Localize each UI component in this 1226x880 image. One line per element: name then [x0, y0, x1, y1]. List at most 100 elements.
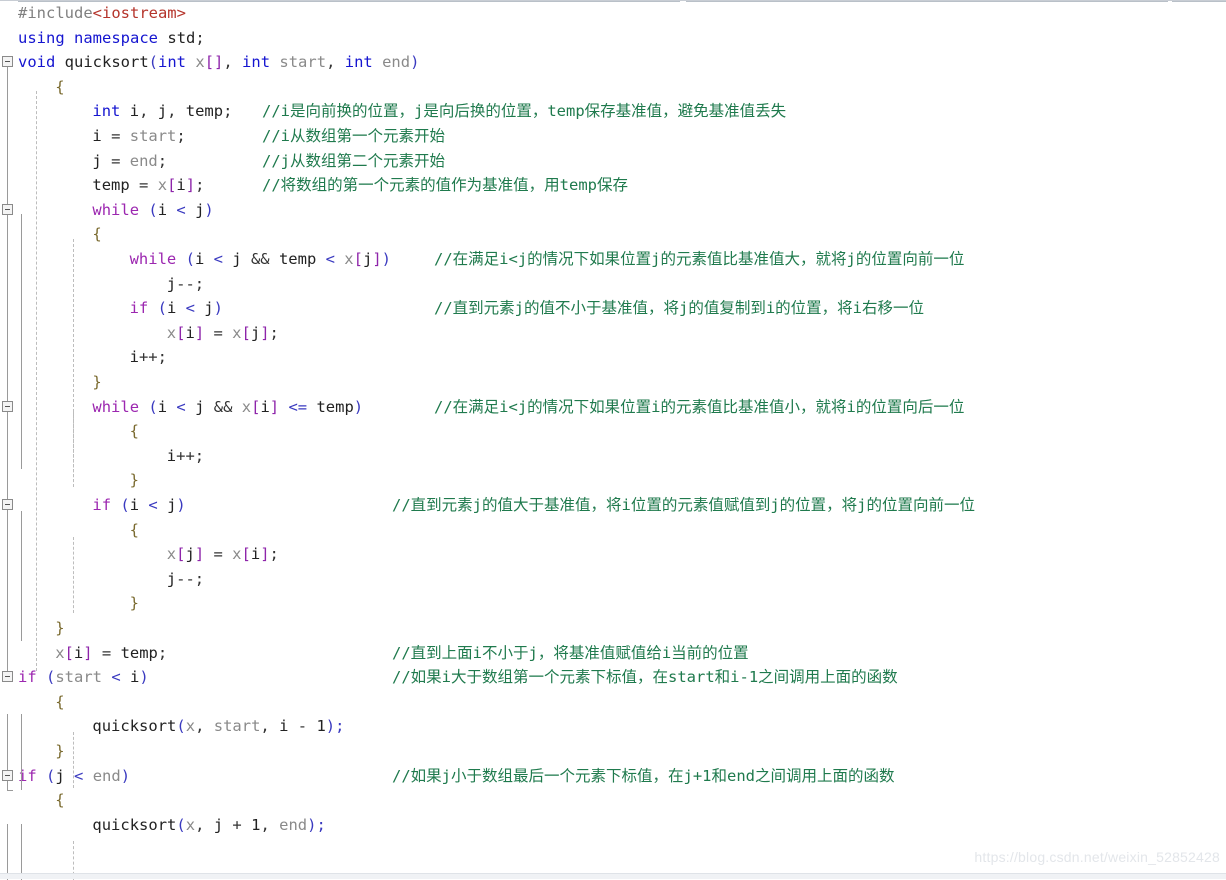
code-line[interactable]: }: [0, 739, 1226, 764]
fold-collapse-icon[interactable]: [2, 56, 13, 68]
code-text: quicksort(x, j + 1, end);: [92, 813, 325, 838]
code-token: ]: [83, 643, 93, 662]
code-line[interactable]: x[j] = x[i];: [0, 542, 1226, 567]
code-line[interactable]: {: [0, 788, 1226, 813]
code-token: int: [158, 53, 187, 72]
code-line[interactable]: j--;: [0, 272, 1226, 297]
code-line[interactable]: int i, j, temp; //i是向前换的位置，j是向后换的位置，temp保…: [0, 99, 1226, 124]
code-token: i: [129, 102, 140, 121]
code-token: start: [279, 53, 327, 72]
fold-collapse-icon[interactable]: [2, 499, 13, 510]
code-line[interactable]: }: [0, 370, 1226, 395]
block-rail: [21, 214, 22, 469]
code-text: using namespace std;: [18, 26, 205, 51]
code-comment: //j从数组第二个元素开始: [262, 151, 445, 170]
code-token: ]: [194, 323, 205, 342]
code-line[interactable]: if (i < j) //直到元素j的值不小于基准值，将j的值复制到i的位置，将i…: [0, 296, 1226, 321]
code-line[interactable]: j = end; //j从数组第二个元素开始: [0, 149, 1226, 174]
code-line[interactable]: if (i < j) //直到元素j的值大于基准值，将i位置的元素值赋值到j的位置…: [0, 493, 1226, 518]
code-line[interactable]: {: [0, 518, 1226, 543]
code-text: quicksort(x, start, i - 1);: [92, 714, 344, 739]
fold-collapse-icon[interactable]: [2, 400, 13, 412]
code-text: if (i < j): [130, 296, 223, 321]
code-token: ;: [195, 28, 205, 47]
code-line[interactable]: x[i] = temp; //直到上面i不小于j，将基准值赋值给i当前的位置: [0, 641, 1226, 666]
code-text: if (start < i): [18, 665, 149, 690]
code-token: &&: [204, 397, 242, 416]
fold-collapse-icon[interactable]: [2, 671, 13, 683]
code-token: --;: [176, 274, 205, 293]
code-token: quicksort: [92, 717, 177, 736]
code-token: <: [64, 766, 93, 785]
code-token: ,: [195, 717, 214, 736]
code-token: <: [139, 496, 168, 514]
code-token: <: [167, 397, 196, 416]
code-line[interactable]: while (i < j): [0, 198, 1226, 223]
code-text: if (j < end): [18, 764, 130, 789]
fold-collapse-icon[interactable]: [2, 203, 13, 215]
code-comment: //i从数组第一个元素开始: [262, 127, 445, 145]
code-token: j: [213, 815, 224, 834]
code-line[interactable]: {: [0, 75, 1226, 100]
code-token: }: [55, 619, 65, 637]
code-line[interactable]: temp = x[i]; //将数组的第一个元素的值作为基准值，用temp保存: [0, 173, 1226, 198]
code-token: {: [92, 225, 102, 244]
code-line[interactable]: }: [0, 591, 1226, 616]
code-token: i: [166, 446, 177, 465]
code-token: ): [410, 53, 420, 72]
code-line[interactable]: while (i < j && temp < x[j])//在满足i<j的情况下…: [0, 247, 1226, 272]
code-line[interactable]: {: [0, 419, 1226, 444]
code-editor[interactable]: #include<iostream> using namespace std; vo…: [0, 0, 1226, 880]
code-line[interactable]: if (j < end) //如果j小于数组最后一个元素下标值，在j+1和end之…: [0, 764, 1226, 789]
code-lines[interactable]: #include<iostream> using namespace std; vo…: [0, 1, 1226, 880]
block-rail: [21, 511, 22, 641]
fold-collapse-icon[interactable]: [2, 769, 13, 781]
code-token: []: [204, 53, 224, 72]
code-token: =: [204, 545, 233, 564]
code-line[interactable]: }: [0, 468, 1226, 493]
code-token: x: [195, 53, 205, 72]
code-line[interactable]: i++;: [0, 444, 1226, 469]
code-line[interactable]: {: [0, 690, 1226, 715]
code-line[interactable]: i++;: [0, 345, 1226, 370]
code-token: j: [166, 569, 177, 588]
code-token: );: [325, 717, 345, 736]
code-token: ,: [260, 815, 280, 834]
code-line[interactable]: using namespace std;: [0, 26, 1226, 51]
code-text: i = start;: [92, 124, 185, 149]
code-line[interactable]: quicksort(x, start, i - 1);: [0, 714, 1226, 739]
code-token: }: [129, 471, 139, 490]
code-line[interactable]: void quicksort(int x[], int start, int e…: [0, 50, 1226, 75]
code-token: (: [139, 397, 158, 416]
code-line[interactable]: j--;: [0, 567, 1226, 592]
code-token: 1: [316, 717, 326, 736]
code-comment: //直到上面i不小于j，将基准值赋值给i当前的位置: [392, 643, 749, 662]
code-token: =: [101, 127, 130, 145]
code-line[interactable]: quicksort(x, j + 1, end);: [0, 813, 1226, 838]
code-token: (: [176, 250, 195, 268]
code-token: ): [381, 250, 391, 268]
code-line[interactable]: i = start; //i从数组第一个元素开始: [0, 124, 1226, 149]
code-token: [: [241, 323, 251, 342]
code-token: <=: [279, 397, 317, 416]
code-token: {: [129, 422, 139, 441]
code-line[interactable]: {: [0, 222, 1226, 247]
code-line[interactable]: if (start < i) //如果i大于数组第一个元素下标值，在start和i…: [0, 665, 1226, 690]
code-token: ): [204, 200, 214, 219]
code-line[interactable]: }: [0, 616, 1226, 641]
code-comment: //i是向前换的位置，j是向后换的位置，temp保存基准值，避免基准值丢失: [262, 102, 787, 121]
indent-guide: [73, 411, 74, 487]
code-line[interactable]: x[i] = x[j];: [0, 321, 1226, 346]
code-token: x: [232, 545, 242, 564]
code-token: =: [204, 323, 233, 342]
code-token: i: [194, 250, 205, 268]
code-text: i++;: [130, 345, 167, 370]
indent-guide: [73, 732, 74, 788]
code-line[interactable]: #include<iostream>: [0, 1, 1226, 26]
code-line[interactable]: while (i < j && x[i] <= temp) //在满足i<j的情况…: [0, 395, 1226, 420]
code-text: #include<iostream>: [18, 1, 186, 26]
